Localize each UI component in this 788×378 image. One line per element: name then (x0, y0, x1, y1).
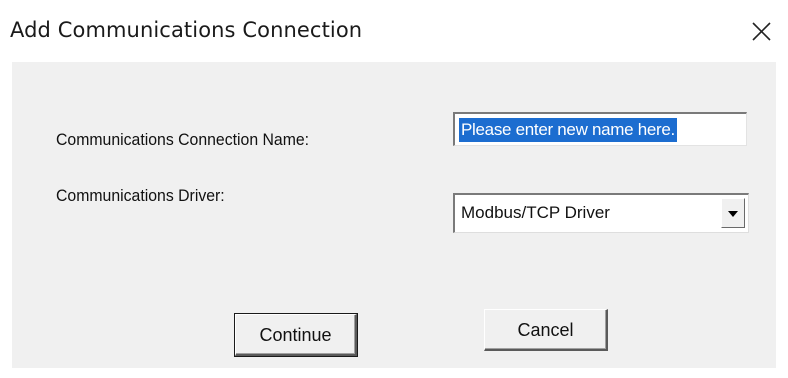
chevron-down-icon (728, 211, 738, 217)
title-bar: Add Communications Connection (0, 0, 788, 62)
driver-select[interactable]: Modbus/TCP Driver (453, 193, 749, 233)
dialog-body: Communications Connection Name: Please e… (12, 62, 776, 368)
connection-name-label: Communications Connection Name: (56, 130, 310, 149)
dialog-title: Add Communications Connection (10, 18, 363, 42)
cancel-button[interactable]: Cancel (484, 309, 608, 351)
driver-label: Communications Driver: (56, 186, 225, 205)
driver-dropdown-button[interactable] (721, 198, 745, 228)
connection-name-input[interactable]: Please enter new name here. (453, 112, 747, 146)
close-icon (752, 22, 771, 41)
connection-name-value: Please enter new name here. (459, 118, 677, 142)
add-connection-dialog: Add Communications Connection Communicat… (0, 0, 788, 378)
continue-button[interactable]: Continue (234, 313, 358, 357)
close-button[interactable] (742, 12, 782, 52)
driver-selected-value: Modbus/TCP Driver (461, 203, 610, 222)
